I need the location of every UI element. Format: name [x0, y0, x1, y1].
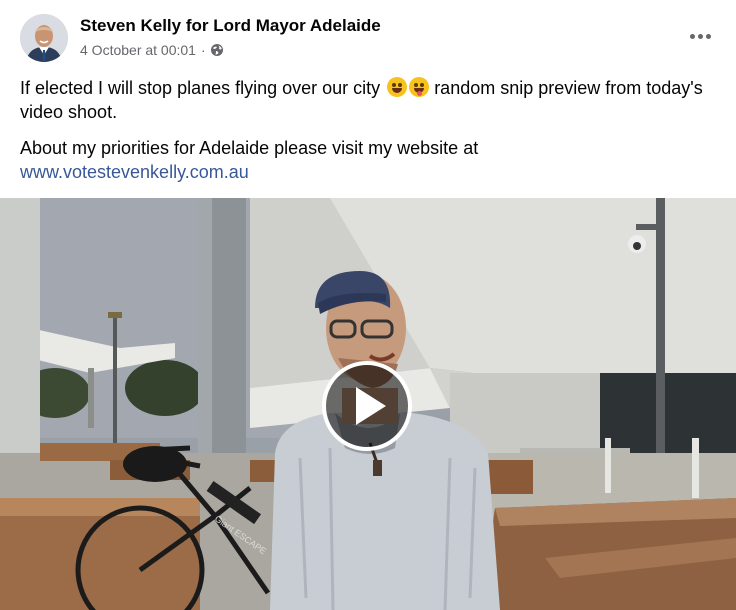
post-card: Steven Kelly for Lord Mayor Adelaide 4 O… [0, 0, 736, 610]
play-icon [356, 387, 386, 425]
post-paragraph-2: About my priorities for Adelaide please … [20, 136, 720, 184]
play-button[interactable] [322, 361, 412, 451]
post-meta: 4 October at 00:01 · [80, 42, 224, 58]
winking-tongue-emoji [409, 77, 430, 97]
video-player[interactable]: Giant ESCAPE [0, 198, 736, 610]
post-paragraph-1: If elected I will stop planes flying ove… [20, 76, 720, 124]
grinning-sweat-emoji [387, 77, 408, 97]
post-timestamp[interactable]: 4 October at 00:01 [80, 42, 196, 58]
avatar[interactable] [20, 14, 68, 62]
post-text-line1: If elected I will stop planes flying ove… [20, 78, 381, 98]
more-options-icon[interactable] [682, 22, 718, 50]
avatar-photo [20, 14, 68, 62]
website-link[interactable]: www.votestevenkelly.com.au [20, 162, 249, 182]
post-text-line2: About my priorities for Adelaide please … [20, 138, 479, 158]
post-text: If elected I will stop planes flying ove… [20, 76, 720, 196]
globe-icon[interactable] [210, 43, 224, 57]
post-header: Steven Kelly for Lord Mayor Adelaide 4 O… [0, 0, 736, 70]
author-name[interactable]: Steven Kelly for Lord Mayor Adelaide [80, 16, 381, 36]
meta-separator: · [200, 42, 206, 58]
